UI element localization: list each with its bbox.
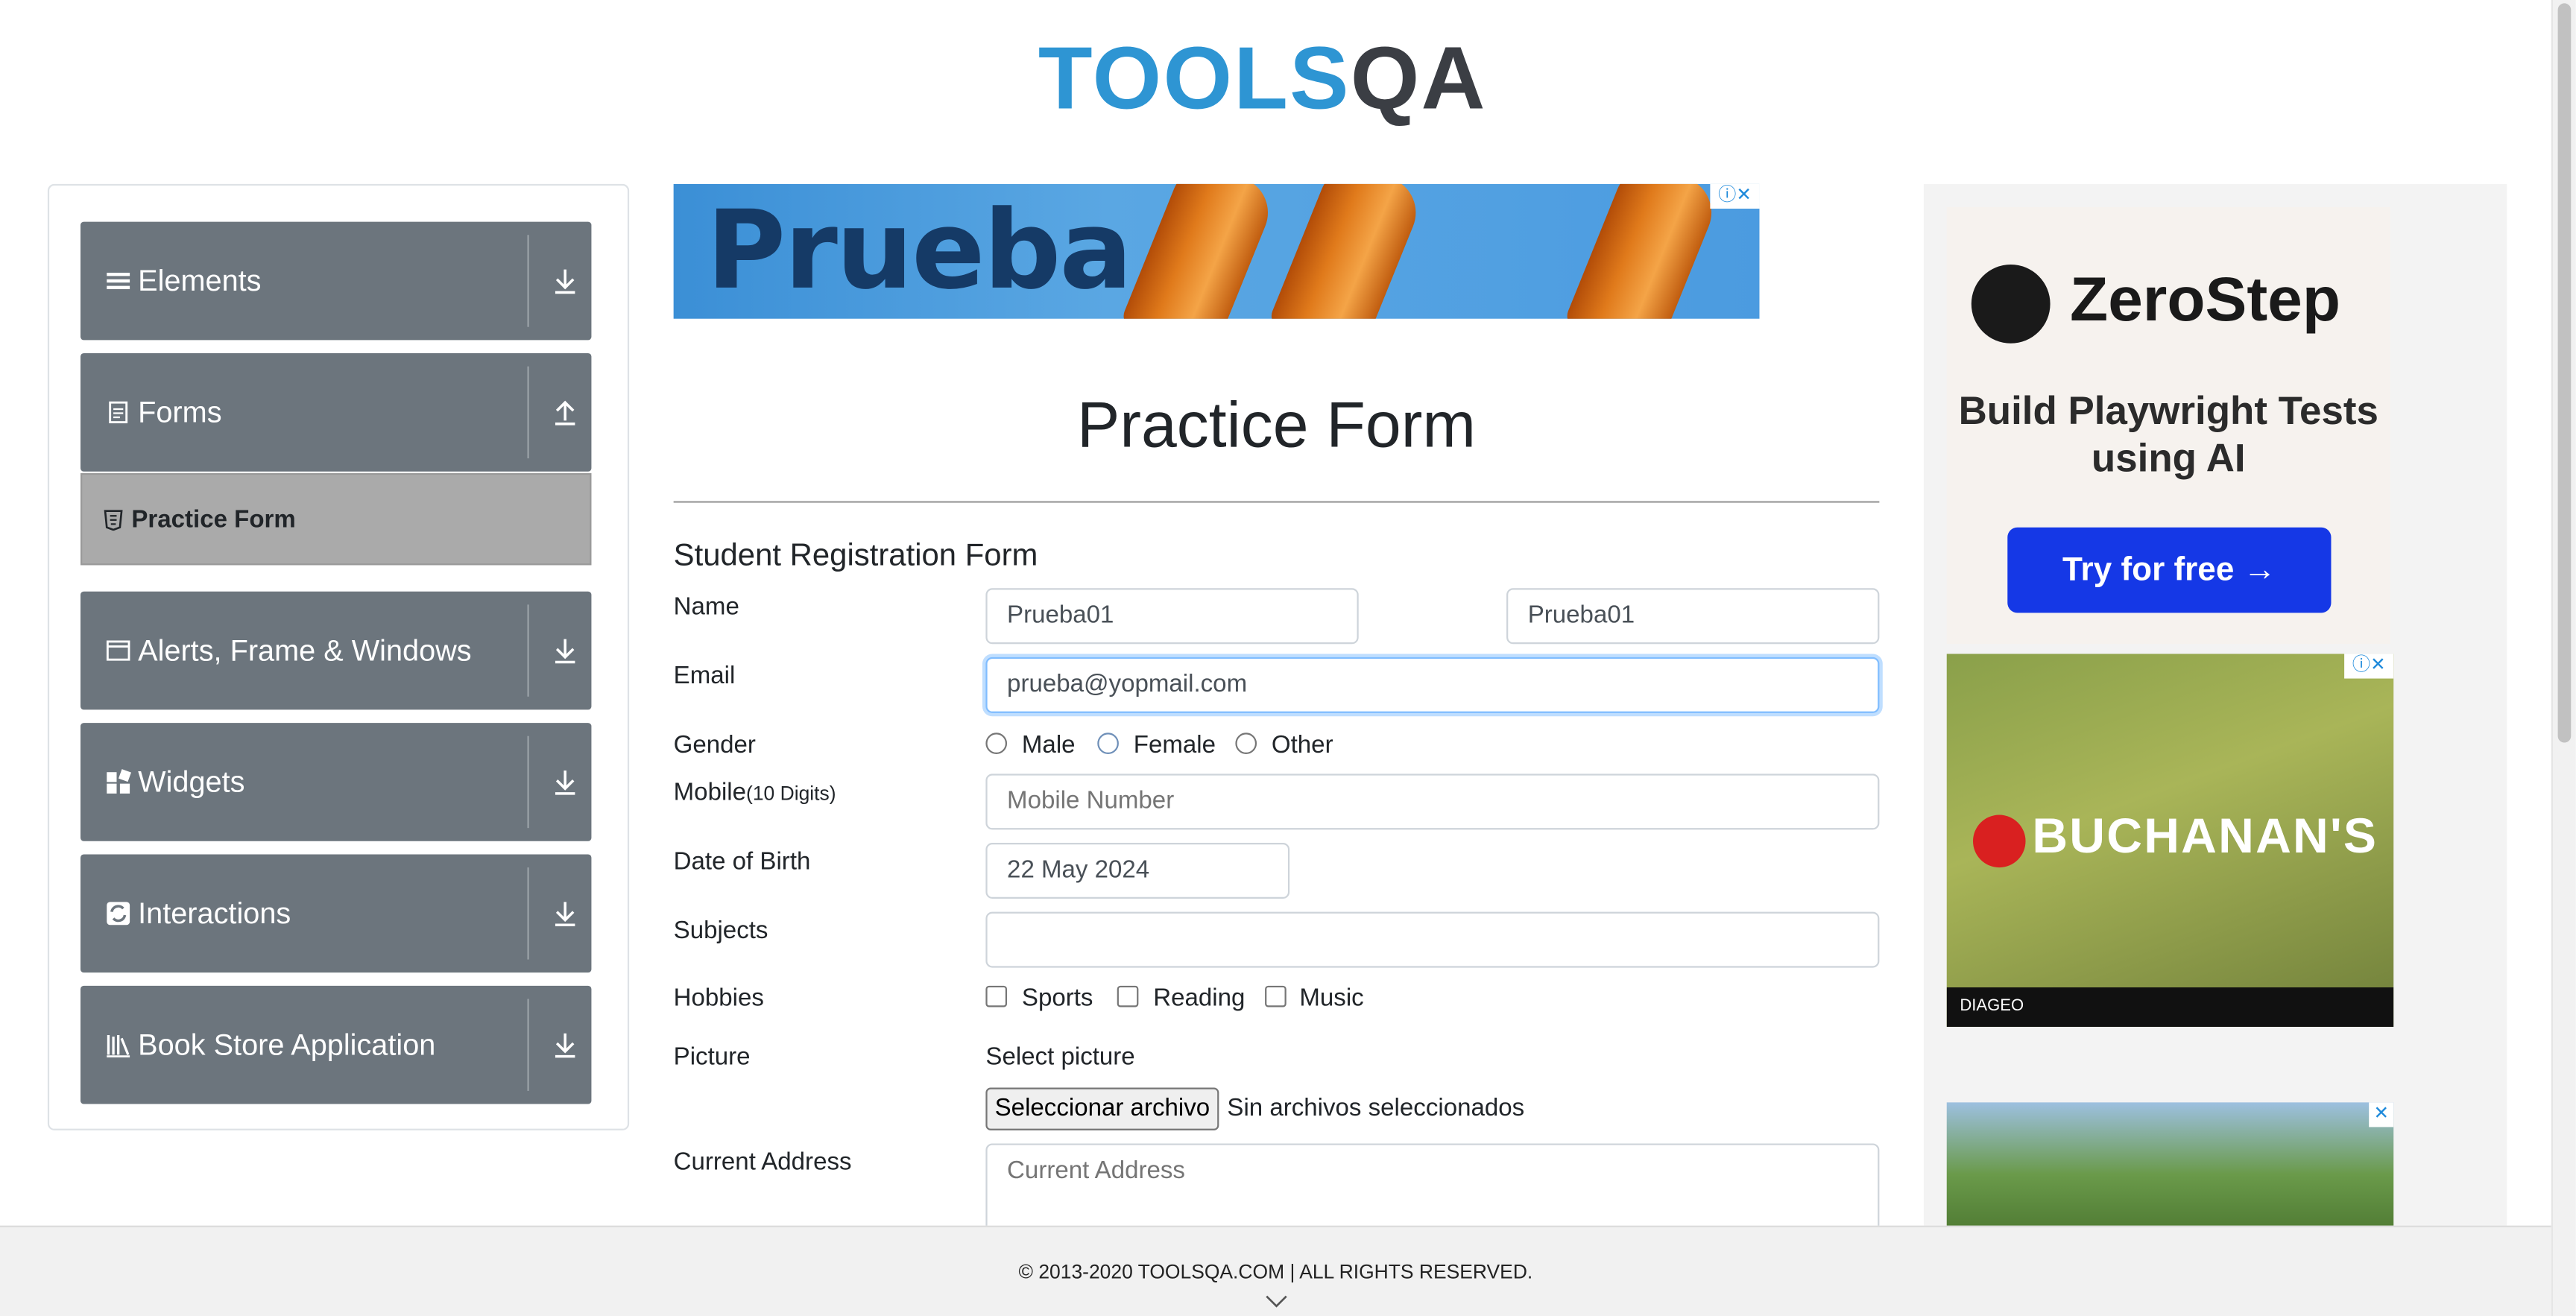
zerostep-ad[interactable]: ZeroStep Build Playwright Tests using AI… bbox=[1946, 206, 2390, 645]
sidebar-group-forms[interactable]: Forms bbox=[80, 353, 592, 472]
gender-option-label[interactable]: Female bbox=[1134, 731, 1216, 759]
banner-ad[interactable]: Prueba ⓘ✕ bbox=[673, 183, 1760, 319]
gender-option-label[interactable]: Male bbox=[1022, 731, 1076, 759]
first-name-input[interactable]: Prueba01 bbox=[985, 588, 1359, 645]
sidebar: Elements Forms Practice Form Alerts, Fra… bbox=[47, 183, 630, 1130]
gender-label: Gender bbox=[673, 731, 756, 759]
scrollbar-thumb[interactable] bbox=[2557, 3, 2572, 743]
sidebar-group-interactions[interactable]: Interactions bbox=[80, 854, 592, 973]
picture-label: Picture bbox=[673, 1043, 751, 1072]
sidebar-group-elements[interactable]: Elements bbox=[80, 221, 592, 341]
logo-text-tools: TOOLS bbox=[1038, 29, 1351, 128]
buchanans-seal-icon bbox=[1973, 814, 2026, 868]
sidebar-group-label: Elements bbox=[138, 264, 262, 298]
subjects-input[interactable] bbox=[985, 911, 1880, 968]
zerostep-brand: ZeroStep bbox=[2070, 266, 2341, 335]
html5-icon bbox=[104, 510, 123, 531]
sidebar-group-alerts[interactable]: Alerts, Frame & Windows bbox=[80, 591, 592, 710]
hobby-option-label[interactable]: Sports bbox=[1022, 984, 1093, 1012]
subjects-label: Subjects bbox=[673, 917, 768, 945]
sidebar-group-widgets[interactable]: Widgets bbox=[80, 723, 592, 841]
gender-other-radio[interactable] bbox=[1235, 733, 1257, 754]
gender-female-radio[interactable] bbox=[1097, 733, 1119, 754]
choose-file-button[interactable]: Seleccionar archivo bbox=[985, 1087, 1219, 1130]
bottle-image bbox=[1120, 183, 1279, 319]
divider bbox=[527, 604, 529, 697]
sidebar-item-practice-form[interactable]: Practice Form bbox=[80, 472, 592, 566]
sidebar-group-label: Interactions bbox=[138, 896, 291, 930]
sidebar-group-book-store[interactable]: Book Store Application bbox=[80, 985, 592, 1104]
page-title: Practice Form bbox=[1077, 390, 1476, 462]
divider bbox=[527, 999, 529, 1091]
email-label: Email bbox=[673, 662, 736, 690]
bottle-image bbox=[1267, 183, 1427, 319]
hamburger-icon bbox=[107, 272, 130, 290]
sidebar-group-label: Forms bbox=[138, 396, 222, 429]
email-input[interactable]: prueba@yopmail.com bbox=[985, 657, 1880, 713]
footer: © 2013-2020 TOOLSQA.COM | ALL RIGHTS RES… bbox=[0, 1225, 2551, 1316]
logo-text-qa: QA bbox=[1350, 29, 1487, 128]
download-icon[interactable] bbox=[550, 634, 580, 667]
zerostep-logo-icon bbox=[1971, 264, 2051, 344]
address-label: Current Address bbox=[673, 1148, 852, 1177]
zerostep-headline: Build Playwright Tests using AI bbox=[1958, 389, 2378, 481]
form-heading: Student Registration Form bbox=[673, 539, 1038, 574]
mobile-label-text: Mobile bbox=[673, 779, 747, 807]
hobby-music-checkbox[interactable] bbox=[1265, 985, 1287, 1007]
divider bbox=[527, 735, 529, 829]
upload-icon[interactable] bbox=[550, 396, 580, 428]
try-free-button[interactable]: Try for free → bbox=[2007, 527, 2332, 613]
hobby-sports-checkbox[interactable] bbox=[985, 985, 1008, 1007]
hobby-reading-checkbox[interactable] bbox=[1117, 985, 1139, 1007]
bottle-image bbox=[1563, 183, 1723, 319]
sidebar-item-label: Practice Form bbox=[131, 506, 296, 534]
document-icon bbox=[109, 401, 128, 424]
divider bbox=[527, 235, 529, 327]
gender-male-radio[interactable] bbox=[985, 733, 1008, 754]
dob-label: Date of Birth bbox=[673, 847, 811, 876]
hobbies-label: Hobbies bbox=[673, 984, 764, 1013]
widgets-icon bbox=[107, 769, 131, 794]
ad-close-icon[interactable]: ✕ bbox=[2369, 1102, 2394, 1127]
mobile-input[interactable]: Mobile Number bbox=[985, 774, 1880, 830]
sidebar-group-label: Widgets bbox=[138, 765, 245, 799]
resort-ad[interactable]: ✕ bbox=[1946, 1102, 2394, 1234]
sidebar-group-label: Book Store Application bbox=[138, 1028, 436, 1062]
download-icon[interactable] bbox=[550, 1028, 580, 1061]
toolsqa-logo[interactable]: TOOLSQA bbox=[1038, 19, 1531, 138]
chevron-down-icon[interactable] bbox=[1265, 1293, 1288, 1309]
sidebar-group-label: Alerts, Frame & Windows bbox=[138, 634, 472, 668]
mobile-label: Mobile(10 Digits) bbox=[674, 779, 836, 806]
dob-input[interactable]: 22 May 2024 bbox=[985, 843, 1290, 899]
divider bbox=[673, 501, 1880, 503]
download-icon[interactable] bbox=[550, 765, 580, 798]
window-icon bbox=[106, 640, 130, 661]
hobby-option-label[interactable]: Reading bbox=[1153, 984, 1245, 1012]
name-label: Name bbox=[673, 592, 739, 621]
hobby-option-label[interactable]: Music bbox=[1299, 984, 1363, 1012]
interactions-icon bbox=[107, 902, 130, 926]
last-name-input[interactable]: Prueba01 bbox=[1506, 588, 1880, 645]
download-icon[interactable] bbox=[550, 897, 580, 930]
banner-ad-text: Prueba bbox=[706, 187, 1133, 314]
ad-close-icon[interactable]: ⓘ✕ bbox=[2344, 654, 2394, 679]
buchanans-ad[interactable]: ⓘ✕ BUCHANAN'S DIAGEO bbox=[1946, 654, 2394, 1027]
divider bbox=[527, 366, 529, 459]
select-picture-label: Select picture bbox=[985, 1043, 1135, 1072]
ad-close-icon[interactable]: ⓘ✕ bbox=[1710, 183, 1760, 209]
mobile-hint: (10 Digits) bbox=[746, 782, 836, 806]
divider bbox=[527, 867, 529, 960]
footer-copyright: © 2013-2020 TOOLSQA.COM | ALL RIGHTS RES… bbox=[1018, 1260, 1533, 1283]
gender-option-label[interactable]: Other bbox=[1272, 731, 1333, 759]
books-icon bbox=[107, 1034, 130, 1057]
download-icon[interactable] bbox=[550, 265, 580, 297]
diageo-footer: DIAGEO bbox=[1946, 987, 2394, 1027]
buchanans-brand: BUCHANAN'S bbox=[2032, 809, 2378, 864]
file-status-text: Sin archivos seleccionados bbox=[1227, 1094, 1525, 1122]
